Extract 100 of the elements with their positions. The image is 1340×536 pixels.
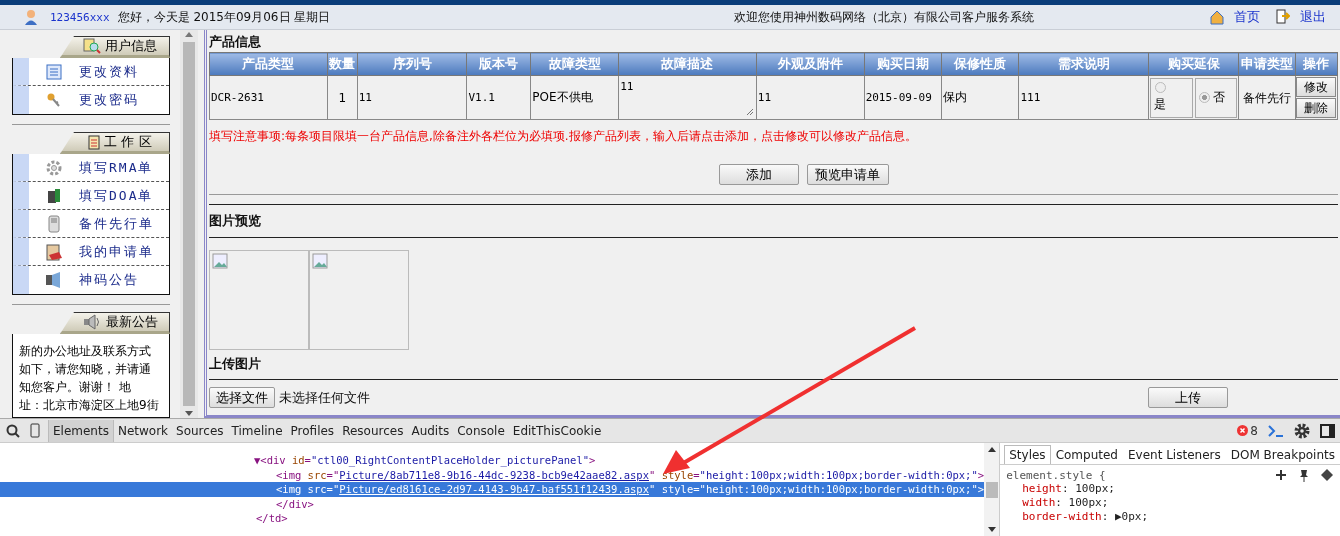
phone-icon[interactable] <box>30 423 40 438</box>
column-header: 购买延保 <box>1148 52 1239 76</box>
section-title: 最新公告 <box>106 313 158 331</box>
greeting-text: 您好，今天是 2015年09月06日 星期日 <box>117 8 331 26</box>
css-selector: element.style { <box>1006 469 1106 482</box>
column-header: 保修性质 <box>941 52 1019 76</box>
speaker-icon <box>45 272 63 288</box>
add-button[interactable]: 添加 <box>718 164 799 185</box>
devtools-tab[interactable]: Elements <box>48 419 114 442</box>
table-cell: 11 <box>756 75 865 120</box>
section-title: 工 作 区 <box>104 133 152 151</box>
pin-icon[interactable] <box>1299 469 1309 482</box>
section-title: 产品信息 <box>209 33 262 51</box>
error-count: 8 <box>1250 423 1258 438</box>
header-link[interactable]: 首页 <box>1234 8 1260 26</box>
column-header: 故障描述 <box>618 52 757 76</box>
diamond-icon[interactable] <box>1321 469 1334 481</box>
section-title: 上传图片 <box>209 355 262 373</box>
upload-button[interactable]: 上传 <box>1148 387 1228 408</box>
table-cell: V1.1 <box>466 75 531 120</box>
preview-button[interactable]: 预览申请单 <box>806 164 889 185</box>
news-text: 知您客户。谢谢！ 地 <box>19 379 132 396</box>
choose-file-button[interactable]: 选择文件 <box>209 387 275 408</box>
user-icon <box>24 9 38 25</box>
keys-icon <box>46 92 62 108</box>
scroll-down-icon[interactable] <box>986 526 997 534</box>
code-line[interactable]: </td> <box>0 511 985 526</box>
devtools-tab[interactable]: Resources <box>338 419 408 442</box>
news-text: 新的办公地址及联系方式 <box>19 343 152 360</box>
broken-image-icon <box>212 253 228 269</box>
column-header: 外观及附件 <box>756 52 865 76</box>
delete-button[interactable]: 删除 <box>1295 98 1336 118</box>
radio-label: 是 <box>1154 96 1167 113</box>
dock-icon[interactable] <box>1320 423 1336 438</box>
column-header: 序列号 <box>357 52 467 76</box>
css-property: border-width: ▶0px; <box>1021 510 1150 524</box>
section-title: 用户信息 <box>105 37 157 55</box>
speaker-icon <box>82 314 102 330</box>
styles-tab[interactable]: Computed <box>1050 445 1123 464</box>
column-header: 操作 <box>1295 52 1338 76</box>
gear-icon <box>46 159 62 176</box>
css-property: width: 100px; <box>1021 496 1110 510</box>
home-icon <box>1210 9 1224 25</box>
css-property: height: 100px; <box>1021 482 1116 496</box>
settings-icon[interactable] <box>1294 422 1310 439</box>
edit-button[interactable]: 修改 <box>1295 77 1336 97</box>
devtools-tab[interactable]: Profiles <box>286 419 339 442</box>
radio-label: 否 <box>1212 89 1225 106</box>
column-header: 版本号 <box>466 52 531 76</box>
table-cell: POE不供电 <box>530 75 619 120</box>
scroll-thumb[interactable] <box>183 42 195 406</box>
exit-icon <box>1276 9 1290 25</box>
list-icon <box>46 63 62 80</box>
section-title: 图片预览 <box>209 212 262 230</box>
styles-tab[interactable]: Event Listeners <box>1122 445 1226 464</box>
server-icon <box>46 187 62 204</box>
scroll-up-icon[interactable] <box>986 445 997 453</box>
code-link[interactable]: Picture/ed8161ce-2d97-4143-9b47-baf551f12439.aspx <box>339 483 649 495</box>
column-header: 数量 <box>327 52 358 76</box>
column-header: 购买日期 <box>864 52 941 76</box>
user-name: 123456xxx <box>50 10 110 24</box>
table-cell: 1 <box>327 75 358 120</box>
code-link[interactable]: Picture/8ab711e8-9b16-44dc-9238-bcb9e42aae82.aspx <box>339 468 649 481</box>
clipboard-icon <box>45 242 63 261</box>
column-header: 需求说明 <box>1018 52 1149 76</box>
table-cell: DCR-2631 <box>209 75 328 120</box>
console-icon[interactable] <box>1268 424 1284 437</box>
devtools-tab[interactable]: EditThisCookie <box>508 419 606 442</box>
devtools-tab[interactable]: Console <box>453 419 509 442</box>
header-link[interactable]: 退出 <box>1300 8 1326 26</box>
add-icon[interactable] <box>1275 469 1287 481</box>
devtools-tab[interactable]: Network <box>113 419 173 442</box>
code-line[interactable]: <img src="Picture/8ab711e8-9b16-44dc-9238-bcb9e42aae82.aspx" style="height:100px;width:100px;border-width:0px;"> <box>0 467 985 482</box>
error-icon <box>1237 425 1249 436</box>
devtools-tab[interactable]: Audits <box>407 419 454 442</box>
news-text: 如下，请您知晓，并请通 <box>19 361 152 378</box>
table-cell: 11 <box>357 75 467 120</box>
column-header: 故障类型 <box>530 52 619 76</box>
scroll-thumb[interactable] <box>985 481 998 498</box>
welcome-text: 欢迎您使用神州数码网络（北京）有限公司客户服务系统 <box>734 8 1034 26</box>
phone-icon <box>48 214 60 233</box>
column-header: 产品类型 <box>209 52 328 76</box>
table-cell: 保内 <box>941 75 1019 120</box>
styles-tab[interactable]: DOM Breakpoints <box>1225 445 1340 464</box>
styles-tab[interactable]: Styles <box>1004 445 1051 464</box>
devtools-tab[interactable]: Timeline <box>227 419 287 442</box>
code-line[interactable]: </div> <box>0 496 985 511</box>
code-line[interactable]: ▼<div id="ctl00_RightContentPlaceHolder_picturePanel"> <box>0 453 985 468</box>
search-icon[interactable] <box>6 423 20 438</box>
news-text: 址：北京市海淀区上地9街 <box>19 397 160 414</box>
broken-image-icon <box>312 253 328 269</box>
devtools-tab[interactable]: Sources <box>172 419 228 442</box>
radio-button[interactable] <box>1154 82 1166 93</box>
notice-text: 填写注意事项:每条项目限填一台产品信息,除备注外各栏位为必填项.报修产品列表，输入后请点击添加，点击修改可以修改产品信息。 <box>209 128 918 145</box>
column-header: 申请类型 <box>1238 52 1296 76</box>
search-icon <box>83 38 101 54</box>
table-cell: 2015-09-09 <box>864 75 941 120</box>
radio-button[interactable] <box>1198 92 1210 103</box>
table-cell: 备件先行 <box>1238 75 1296 120</box>
resize-grip-icon[interactable] <box>746 109 753 115</box>
